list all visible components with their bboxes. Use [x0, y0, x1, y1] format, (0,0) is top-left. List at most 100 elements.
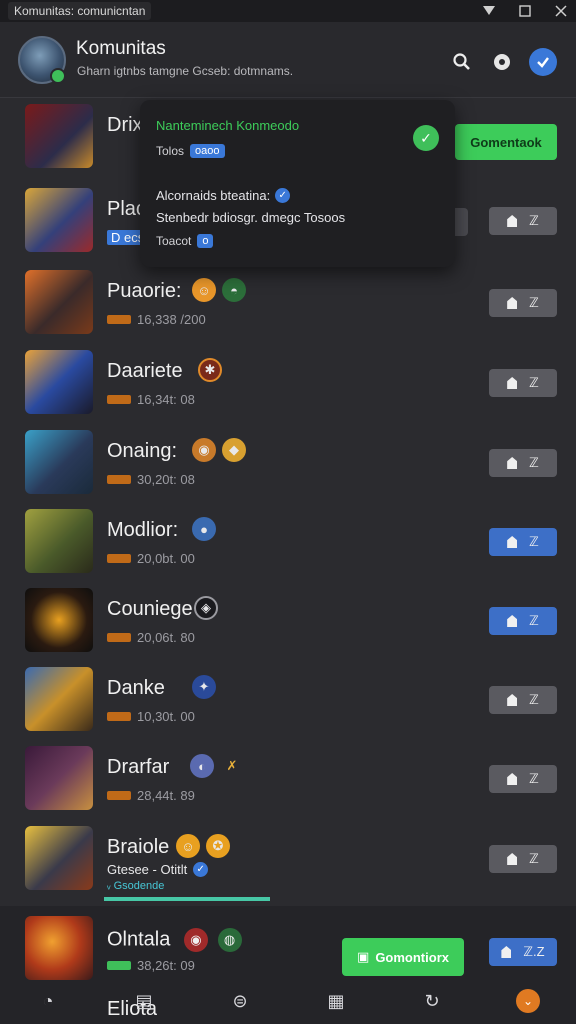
settings-icon[interactable] — [488, 48, 516, 76]
blue-badge-icon: ● — [192, 517, 216, 541]
orb-badge-icon: ◐ — [190, 754, 214, 778]
join-button[interactable]: ℤ.Z — [489, 938, 557, 966]
red-badge-icon: ◉ — [183, 928, 208, 952]
join-button[interactable]: ℤ — [489, 449, 557, 477]
community-cta-button[interactable]: ▣ Gomontiorx — [342, 938, 464, 976]
list-item[interactable]: Daariete ✱ 16,34t: 08 ℤ — [0, 344, 576, 422]
join-button[interactable]: ℤ — [489, 207, 557, 235]
nav-refresh-icon[interactable]: ↻ — [420, 989, 444, 1013]
diamond-badge-icon: ◆ — [222, 438, 246, 462]
item-meta: 20,06t. 80 — [107, 630, 195, 645]
shield-badge-icon: ◉ — [192, 438, 216, 462]
lock-icon — [507, 215, 518, 227]
item-meta: 20,0bt. 00 — [107, 551, 195, 566]
tag-icon — [107, 633, 131, 642]
lock-icon — [507, 457, 518, 469]
popup-pill: oaoo — [190, 144, 225, 158]
list-item[interactable]: Onaing: ◉ ◆ 30,20t: 08 ℤ — [0, 424, 576, 502]
nav-profile-icon[interactable]: ⌄ — [516, 989, 540, 1013]
online-status-icon — [50, 68, 66, 84]
item-badges: ✱ — [198, 358, 222, 382]
item-badges: ☺ ◓ — [192, 278, 246, 302]
popup-title: Nanteminech Konmeodo — [156, 118, 300, 133]
item-meta: 16,34t: 08 — [107, 392, 195, 407]
item-meta: Gtesee - Otitlt ✓ — [107, 862, 209, 877]
maximize-icon[interactable] — [518, 4, 532, 18]
nav-community-icon[interactable]: ⊜ — [228, 989, 252, 1013]
list-item[interactable]: Couniege ◈ 20,06t. 80 ℤ — [0, 582, 576, 660]
search-icon[interactable] — [448, 48, 476, 76]
item-name: Drarfar — [107, 756, 170, 778]
popup-pill: o — [197, 234, 214, 248]
game-thumbnail — [25, 350, 93, 414]
lock-icon — [501, 946, 512, 958]
community-header: Komunitas Gharn igtnbs tamgne Gcseb: dot… — [0, 22, 576, 98]
tag-icon — [107, 791, 131, 800]
emblem-badge-icon: ✱ — [198, 358, 222, 382]
notifications-icon[interactable] — [529, 48, 557, 76]
community-avatar[interactable] — [18, 36, 66, 84]
list-item[interactable]: Puaorie: ☺ ◓ 16,338 /200 ℤ — [0, 264, 576, 342]
join-button[interactable]: ℤ — [489, 528, 557, 556]
page-title: Komunitas — [76, 38, 166, 59]
lock-icon — [507, 536, 518, 548]
join-button[interactable]: ℤ — [489, 845, 557, 873]
lock-icon — [507, 377, 518, 389]
close-icon[interactable] — [554, 4, 568, 18]
nav-library-icon[interactable]: ▦ — [324, 989, 348, 1013]
tag-icon — [107, 712, 131, 721]
item-name: Danke — [107, 677, 165, 699]
popup-heading: Alcornaids bteatina: ✓ — [156, 188, 291, 203]
lock-icon — [507, 297, 518, 309]
join-button[interactable]: ℤ — [489, 686, 557, 714]
green-badge-icon: ◍ — [217, 928, 242, 952]
item-name: Daariete — [107, 360, 183, 382]
game-thumbnail — [25, 746, 93, 810]
item-badges: ◐ ✗ — [190, 754, 244, 778]
popup-description: Stenbedr bdiosgr. dmegc Tosoos — [156, 210, 346, 225]
game-thumbnail — [25, 188, 93, 252]
item-badges: ✦ — [192, 675, 216, 699]
join-button[interactable]: ℤ — [489, 289, 557, 317]
verified-icon: ✓ — [275, 188, 291, 203]
item-meta: 16,338 /200 — [107, 312, 206, 327]
check-icon[interactable]: ✓ — [413, 125, 439, 151]
game-thumbnail — [25, 667, 93, 731]
game-thumbnail — [25, 430, 93, 494]
progress-bar — [104, 897, 270, 901]
join-button[interactable]: ℤ — [489, 369, 557, 397]
window-controls — [482, 0, 568, 22]
crest-badge-icon: ✦ — [192, 675, 216, 699]
nav-games-icon[interactable]: ▤ — [132, 989, 156, 1013]
item-sublabel: ᵥ Gsodende — [107, 880, 165, 892]
dropdown-icon[interactable] — [482, 4, 496, 18]
join-button[interactable]: ℤ — [489, 607, 557, 635]
list-item[interactable]: Danke ✦ 10,30t. 00 ℤ — [0, 661, 576, 739]
list-item[interactable]: Modlior: ● 20,0bt. 00 ℤ — [0, 503, 576, 581]
bottom-navigation: ◔ ▤ ⊜ ▦ ↻ ⌄ — [0, 978, 576, 1024]
game-thumbnail — [25, 104, 93, 168]
dark-badge-icon: ◈ — [194, 596, 218, 620]
emoji-badge-icon: ☺ — [192, 278, 216, 302]
game-thumbnail — [25, 509, 93, 573]
tag-icon — [107, 475, 131, 484]
join-community-button[interactable]: Gomentaok — [455, 124, 557, 160]
nav-home-icon[interactable]: ◔ — [36, 989, 60, 1013]
window-title: Komunitas: comunicntan — [8, 2, 152, 20]
item-badges: ☺ ✪ — [176, 834, 230, 858]
lock-icon — [507, 615, 518, 627]
join-button[interactable]: ℤ — [489, 765, 557, 793]
chat-icon: ▣ — [357, 949, 370, 964]
item-name: Braiole — [107, 836, 170, 858]
item-name: Drix — [107, 114, 143, 136]
swords-badge-icon: ✗ — [226, 758, 238, 773]
gold-badge-icon: ✪ — [206, 834, 230, 858]
game-thumbnail — [25, 826, 93, 890]
list-item[interactable]: Braiole ☺ ✪ Gtesee - Otitlt ✓ ᵥ Gsodende … — [0, 820, 576, 898]
item-name: Modlior: — [107, 519, 179, 541]
game-thumbnail — [25, 916, 93, 980]
game-thumbnail — [25, 588, 93, 652]
window-titlebar: Komunitas: comunicntan — [0, 0, 576, 22]
tag-icon — [107, 961, 131, 970]
list-item[interactable]: Drarfar ◐ ✗ 28,44t. 89 ℤ — [0, 740, 576, 818]
